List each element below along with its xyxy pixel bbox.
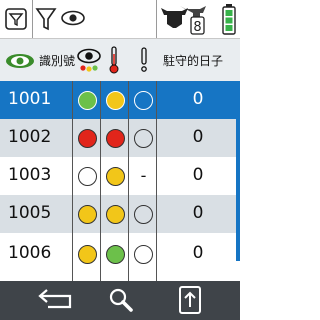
status-dot-empty: [134, 205, 153, 224]
top-toolbar: 8: [0, 0, 240, 38]
filter-view-button[interactable]: [33, 0, 93, 38]
cow-count-badge: 8: [193, 20, 201, 35]
column-divider: [128, 81, 129, 281]
table-row[interactable]: 1001 0: [0, 81, 236, 119]
table-header: 識別號 駐守的日子: [0, 38, 240, 81]
table-row[interactable]: 1006 0: [0, 233, 236, 281]
days-column-header[interactable]: 駐守的日子: [163, 52, 223, 69]
filter-view-icon: [35, 8, 85, 31]
battery-indicator: [218, 0, 240, 38]
status-dot-yellow: [106, 91, 125, 110]
status-dot-green: [78, 91, 97, 110]
search-button[interactable]: [92, 281, 152, 320]
days-value: 0: [192, 89, 204, 109]
search-icon: [109, 288, 133, 312]
status-dot-green: [106, 245, 125, 264]
thermometer-icon: [109, 46, 119, 74]
status-dot-yellow: [106, 167, 125, 186]
export-button[interactable]: [160, 281, 220, 320]
cow-id: 1001: [8, 89, 52, 109]
status-dot-red: [106, 129, 125, 148]
eye-status-icon: [77, 48, 101, 72]
days-value: 0: [192, 165, 204, 185]
status-dot-yellow: [78, 205, 97, 224]
scrollbar-thumb[interactable]: [236, 81, 240, 261]
status-dot-yellow: [78, 245, 97, 264]
cow-id: 1002: [8, 127, 52, 147]
cow-group-button[interactable]: 8: [158, 0, 218, 38]
status-dash: -: [140, 166, 147, 185]
column-divider: [72, 81, 73, 281]
cow-table: 1001 0 1002 0 1003 - 0 1005 0 1006 0: [0, 81, 236, 281]
battery-icon: [222, 4, 236, 35]
status-dot-empty: [78, 167, 97, 186]
column-divider: [156, 81, 157, 281]
eye-filter-icon[interactable]: [3, 50, 37, 72]
days-value: 0: [192, 203, 204, 223]
filter-list-icon: [5, 8, 27, 30]
days-value: 0: [192, 243, 204, 263]
table-row[interactable]: 1003 - 0: [0, 157, 236, 195]
column-divider: [100, 81, 101, 281]
cow-id: 1006: [8, 243, 52, 263]
filter-list-button[interactable]: [0, 0, 32, 38]
table-row[interactable]: 1005 0: [0, 195, 236, 233]
cow-id: 1003: [8, 165, 52, 185]
id-column-header[interactable]: 識別號: [39, 52, 75, 69]
days-value: 0: [192, 127, 204, 147]
bottom-action-bar: [0, 281, 240, 320]
status-dot-empty: [134, 91, 153, 110]
cow-group-icon: 8: [161, 6, 206, 35]
toolbar-divider: [156, 0, 157, 38]
status-dot-yellow: [106, 205, 125, 224]
alert-icon: [141, 47, 147, 72]
export-icon: [179, 286, 201, 314]
back-icon: [38, 289, 72, 309]
status-dot-red: [78, 129, 97, 148]
status-dot-empty: [134, 245, 153, 264]
status-dot-empty: [134, 129, 153, 148]
cow-id: 1005: [8, 203, 52, 223]
table-row[interactable]: 1002 0: [0, 119, 236, 157]
back-button[interactable]: [28, 281, 88, 320]
